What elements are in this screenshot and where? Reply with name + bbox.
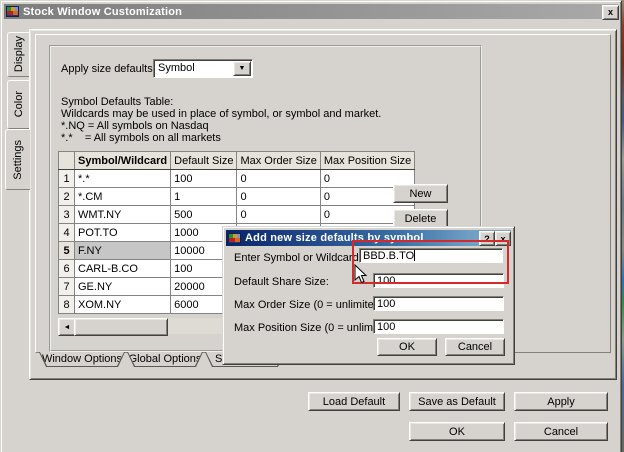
chevron-down-icon[interactable]: ▼ — [233, 61, 251, 76]
col-max-position[interactable]: Max Position Size — [320, 152, 414, 170]
row-num: 5 — [59, 242, 75, 260]
table-horizontal-scrollbar[interactable]: ◄ — [58, 318, 223, 334]
cell-default-size[interactable]: 500 — [171, 206, 237, 224]
tab-window-options[interactable]: Window Options — [39, 352, 125, 367]
tab-display[interactable]: Display — [7, 32, 30, 77]
symbol-input[interactable]: BBD.B.TO — [359, 248, 503, 263]
cell-symbol[interactable]: *.* — [75, 170, 171, 188]
row-num: 8 — [59, 296, 75, 314]
screen: Stock Window Customization x Display Col… — [0, 0, 624, 452]
scrollbar-thumb[interactable] — [74, 318, 168, 336]
table-row[interactable]: 3 WMT.NY 500 0 0 — [59, 206, 415, 224]
max-position-size-value: 100 — [377, 321, 395, 333]
tab-color[interactable]: Color — [7, 80, 30, 129]
load-default-button[interactable]: Load Default — [308, 392, 400, 411]
tab-settings[interactable]: Settings — [5, 129, 30, 190]
max-order-size-label: Max Order Size (0 = unlimited): — [234, 299, 387, 311]
save-as-default-button[interactable]: Save as Default — [409, 392, 505, 411]
tab-global-options[interactable]: Global Options — [127, 352, 203, 367]
cell-symbol[interactable]: POT.TO — [75, 224, 171, 242]
cell-max-order[interactable]: 0 — [237, 206, 320, 224]
cell-symbol[interactable]: *.CM — [75, 188, 171, 206]
ok-button[interactable]: OK — [409, 422, 505, 441]
max-order-size-input[interactable]: 100 — [373, 296, 504, 311]
cell-symbol[interactable]: WMT.NY — [75, 206, 171, 224]
table-header-row: Symbol/Wildcard Default Size Max Order S… — [59, 152, 415, 170]
dialog-cancel-button[interactable]: Cancel — [445, 338, 505, 356]
info-line-2: Wildcards may be used in place of symbol… — [61, 108, 381, 120]
cell-symbol[interactable]: CARL-B.CO — [75, 260, 171, 278]
corner-header — [59, 152, 75, 170]
cell-symbol[interactable]: XOM.NY — [75, 296, 171, 314]
max-order-size-value: 100 — [377, 298, 395, 310]
row-num: 7 — [59, 278, 75, 296]
apply-by-value: Symbol — [158, 62, 195, 74]
close-icon[interactable]: x — [602, 5, 619, 20]
table-row[interactable]: 1 *.* 100 0 0 — [59, 170, 415, 188]
symbol-input-value: BBD.B.TO — [363, 250, 414, 262]
default-share-size-label: Default Share Size: — [234, 276, 329, 288]
info-line-3: *.NQ = All symbols on Nasdaq — [61, 120, 209, 132]
dialog-ok-button[interactable]: OK — [377, 338, 437, 356]
main-titlebar[interactable]: Stock Window Customization — [4, 4, 618, 19]
cell-default-size[interactable]: 1 — [171, 188, 237, 206]
cell-max-order[interactable]: 0 — [237, 170, 320, 188]
cancel-button[interactable]: Cancel — [514, 422, 608, 441]
apply-by-combobox[interactable]: Symbol ▼ — [153, 59, 253, 78]
apply-button[interactable]: Apply — [514, 392, 608, 411]
col-symbol[interactable]: Symbol/Wildcard — [75, 152, 171, 170]
max-position-size-input[interactable]: 100 — [373, 319, 504, 334]
cell-default-size[interactable]: 100 — [171, 170, 237, 188]
row-num: 2 — [59, 188, 75, 206]
dialog-close-icon[interactable]: x — [495, 231, 511, 246]
tab-display-label: Display — [13, 36, 25, 72]
info-line-1: Symbol Defaults Table: — [61, 96, 173, 108]
row-num: 1 — [59, 170, 75, 188]
default-share-size-input[interactable]: 100 — [373, 273, 504, 288]
tab-global-options-label: Global Options — [128, 352, 202, 366]
info-line-4: *.* = All symbols on all markets — [61, 132, 221, 144]
app-icon — [6, 6, 19, 17]
cell-symbol[interactable]: F.NY — [75, 242, 171, 260]
tab-window-options-label: Window Options — [40, 352, 124, 366]
symbol-field-label: Enter Symbol or Wildcard: — [234, 252, 362, 264]
mouse-cursor — [354, 264, 368, 285]
row-num: 3 — [59, 206, 75, 224]
table-row[interactable]: 2 *.CM 1 0 0 — [59, 188, 415, 206]
default-share-size-value: 100 — [377, 275, 395, 287]
col-max-order[interactable]: Max Order Size — [237, 152, 320, 170]
text-caret — [414, 250, 415, 261]
window-title: Stock Window Customization — [23, 6, 182, 18]
dialog-titlebar[interactable]: Add new size defaults by symbol — [226, 230, 511, 246]
col-default-size[interactable]: Default Size — [171, 152, 237, 170]
cell-symbol[interactable]: GE.NY — [75, 278, 171, 296]
new-button[interactable]: New — [393, 184, 448, 203]
help-icon[interactable]: ? — [479, 231, 495, 246]
row-num: 6 — [59, 260, 75, 278]
app-icon — [228, 233, 241, 244]
add-size-defaults-dialog: Add new size defaults by symbol ? x Ente… — [222, 226, 515, 365]
dialog-title: Add new size defaults by symbol — [245, 232, 424, 244]
row-num: 4 — [59, 224, 75, 242]
cell-max-order[interactable]: 0 — [237, 188, 320, 206]
tab-settings-label: Settings — [12, 140, 24, 180]
tab-color-label: Color — [13, 91, 25, 117]
